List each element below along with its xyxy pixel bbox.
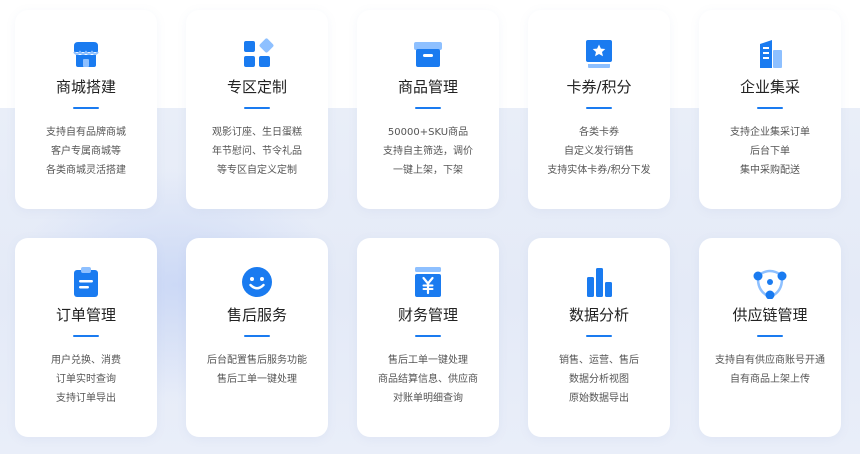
description-line: 后台配置售后服务功能 bbox=[207, 355, 307, 366]
card-title: 商品管理 bbox=[397, 78, 458, 96]
feature-grid: 商城搭建 支持自有品牌商城 客户专属商城等 各类商城灵活搭建 专区定制 观影订座… bbox=[0, 0, 860, 454]
description-line: 数据分析视图 bbox=[569, 374, 629, 385]
description-line: 后台下单 bbox=[750, 146, 790, 157]
card-description: 观影订座、生日蛋糕 年节慰问、节令礼品 等专区自定义定制 bbox=[186, 123, 328, 180]
grid-blocks-icon bbox=[240, 37, 274, 71]
card-description: 销售、运营、售后 数据分析视图 原始数据导出 bbox=[528, 351, 670, 408]
description-line: 支持自主筛选，调价 bbox=[383, 146, 473, 157]
card-title: 企业集采 bbox=[739, 78, 800, 96]
description-line: 集中采购配送 bbox=[740, 165, 800, 176]
card-description: 后台配置售后服务功能 售后工单一键处理 bbox=[186, 351, 328, 389]
feature-card-supply-chain[interactable]: 供应链管理 支持自有供应商账号开通 自有商品上架上传 bbox=[699, 238, 841, 437]
description-line: 支持自有供应商账号开通 bbox=[715, 355, 825, 366]
card-title: 专区定制 bbox=[226, 78, 287, 96]
description-line: 支持自有品牌商城 bbox=[46, 127, 126, 138]
archive-box-icon bbox=[411, 37, 445, 71]
title-underline bbox=[244, 107, 270, 109]
title-underline bbox=[757, 107, 783, 109]
card-title: 数据分析 bbox=[568, 306, 629, 324]
card-title: 商城搭建 bbox=[55, 78, 116, 96]
card-description: 用户兑换、消费 订单实时查询 支持订单导出 bbox=[15, 351, 157, 408]
description-line: 售后工单一键处理 bbox=[217, 374, 297, 385]
card-title: 财务管理 bbox=[397, 306, 458, 324]
feature-card-product-management[interactable]: 商品管理 50000+SKU商品 支持自主筛选，调价 一键上架，下架 bbox=[357, 10, 499, 209]
title-underline bbox=[586, 107, 612, 109]
description-line: 支持实体卡券/积分下发 bbox=[547, 165, 651, 176]
network-nodes-icon bbox=[753, 265, 787, 299]
title-underline bbox=[586, 335, 612, 337]
card-description: 售后工单一键处理 商品结算信息、供应商 对账单明细查询 bbox=[357, 351, 499, 408]
card-description: 各类卡券 自定义发行销售 支持实体卡券/积分下发 bbox=[528, 123, 670, 180]
card-description: 支持企业集采订单 后台下单 集中采购配送 bbox=[699, 123, 841, 180]
feature-card-data-analysis[interactable]: 数据分析 销售、运营、售后 数据分析视图 原始数据导出 bbox=[528, 238, 670, 437]
feature-card-coupons-points[interactable]: 卡券/积分 各类卡券 自定义发行销售 支持实体卡券/积分下发 bbox=[528, 10, 670, 209]
title-underline bbox=[415, 107, 441, 109]
description-line: 50000+SKU商品 bbox=[387, 127, 469, 138]
title-underline bbox=[757, 335, 783, 337]
description-line: 售后工单一键处理 bbox=[388, 355, 468, 366]
card-title: 卡券/积分 bbox=[566, 78, 632, 96]
description-line: 支持订单导出 bbox=[56, 393, 116, 404]
yen-ledger-icon bbox=[411, 265, 445, 299]
description-line: 对账单明细查询 bbox=[393, 393, 463, 404]
title-underline bbox=[73, 335, 99, 337]
description-line: 各类卡券 bbox=[579, 127, 619, 138]
feature-card-finance-management[interactable]: 财务管理 售后工单一键处理 商品结算信息、供应商 对账单明细查询 bbox=[357, 238, 499, 437]
card-title: 订单管理 bbox=[55, 306, 116, 324]
card-title: 供应链管理 bbox=[732, 306, 808, 324]
smiley-icon bbox=[240, 265, 274, 299]
feature-card-order-management[interactable]: 订单管理 用户兑换、消费 订单实时查询 支持订单导出 bbox=[15, 238, 157, 437]
title-underline bbox=[244, 335, 270, 337]
title-underline bbox=[73, 107, 99, 109]
feature-card-after-sales[interactable]: 售后服务 后台配置售后服务功能 售后工单一键处理 bbox=[186, 238, 328, 437]
description-line: 观影订座、生日蛋糕 bbox=[212, 127, 302, 138]
storefront-icon bbox=[69, 37, 103, 71]
description-line: 原始数据导出 bbox=[569, 393, 629, 404]
description-line: 客户专属商城等 bbox=[51, 146, 121, 157]
description-line: 销售、运营、售后 bbox=[559, 355, 639, 366]
feature-card-mall-building[interactable]: 商城搭建 支持自有品牌商城 客户专属商城等 各类商城灵活搭建 bbox=[15, 10, 157, 209]
feature-card-zone-customization[interactable]: 专区定制 观影订座、生日蛋糕 年节慰问、节令礼品 等专区自定义定制 bbox=[186, 10, 328, 209]
description-line: 一键上架，下架 bbox=[393, 165, 463, 176]
description-line: 自定义发行销售 bbox=[564, 146, 634, 157]
title-underline bbox=[415, 335, 441, 337]
description-line: 订单实时查询 bbox=[56, 374, 116, 385]
card-description: 50000+SKU商品 支持自主筛选，调价 一键上架，下架 bbox=[357, 123, 499, 180]
description-line: 商品结算信息、供应商 bbox=[378, 374, 478, 385]
description-line: 等专区自定义定制 bbox=[217, 165, 297, 176]
feature-card-enterprise-procurement[interactable]: 企业集采 支持企业集采订单 后台下单 集中采购配送 bbox=[699, 10, 841, 209]
clipboard-icon bbox=[69, 265, 103, 299]
bar-chart-icon bbox=[582, 265, 616, 299]
description-line: 自有商品上架上传 bbox=[730, 374, 810, 385]
description-line: 年节慰问、节令礼品 bbox=[212, 146, 302, 157]
description-line: 用户兑换、消费 bbox=[51, 355, 121, 366]
card-title: 售后服务 bbox=[226, 306, 287, 324]
card-description: 支持自有品牌商城 客户专属商城等 各类商城灵活搭建 bbox=[15, 123, 157, 180]
building-icon bbox=[753, 37, 787, 71]
description-line: 各类商城灵活搭建 bbox=[46, 165, 126, 176]
card-description: 支持自有供应商账号开通 自有商品上架上传 bbox=[699, 351, 841, 389]
description-line: 支持企业集采订单 bbox=[730, 127, 810, 138]
star-coupon-icon bbox=[582, 37, 616, 71]
